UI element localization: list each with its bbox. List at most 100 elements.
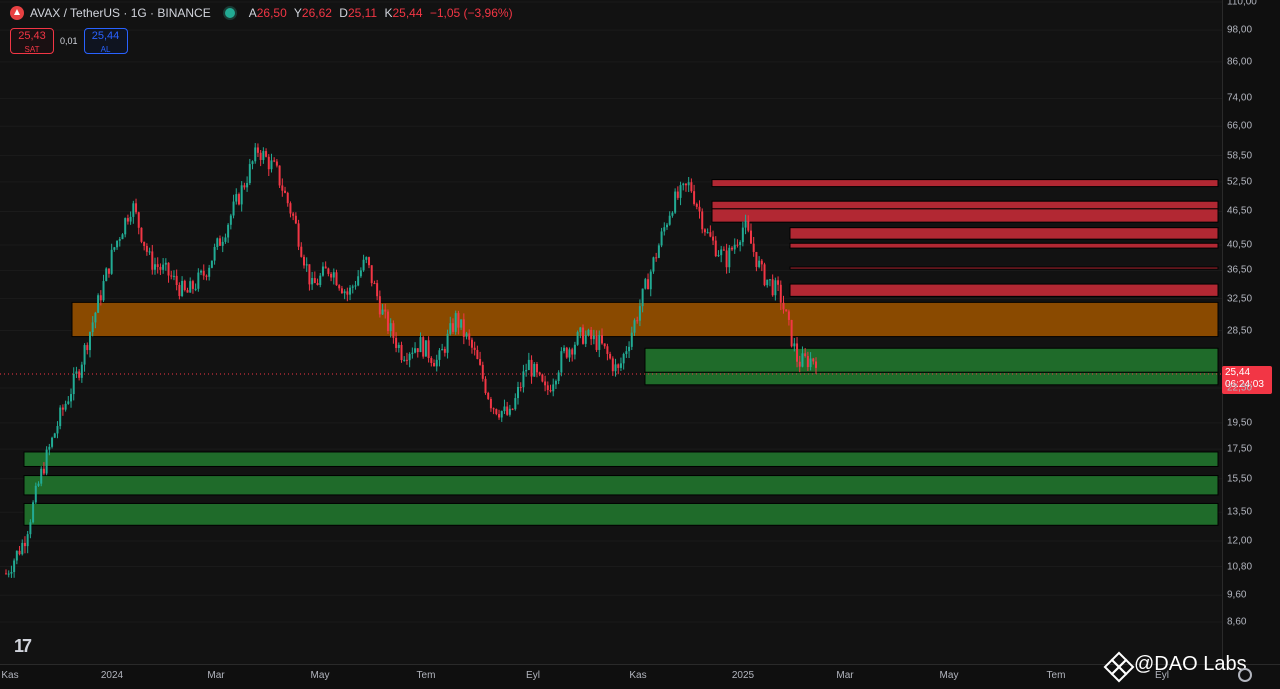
candle-body (492, 408, 495, 410)
candle-body (722, 249, 725, 251)
market-status-icon[interactable] (222, 6, 237, 20)
supply-zone[interactable] (789, 266, 1219, 270)
candle-body (633, 320, 636, 333)
candle-body (630, 332, 633, 347)
candle-body (354, 285, 357, 287)
candle-body (785, 309, 788, 312)
candle-body (246, 183, 249, 188)
supply-zone[interactable] (789, 242, 1219, 249)
candle-body (113, 247, 116, 250)
watermark-text: @DAO Labs (1134, 653, 1247, 675)
candle-body (313, 278, 316, 284)
price-tick-label: 9,60 (1227, 589, 1247, 601)
supply-zone[interactable] (711, 208, 1219, 223)
candle-body (796, 343, 799, 362)
candle-body (216, 238, 219, 247)
candle-body (424, 340, 427, 357)
candle-body (172, 275, 175, 277)
supply-zone[interactable] (711, 179, 1219, 188)
candle-body (571, 349, 574, 355)
candle-body (771, 279, 774, 296)
candle-body (641, 288, 644, 307)
candle-body (129, 216, 132, 222)
candle-body (140, 227, 143, 242)
candle-body (340, 288, 343, 294)
price-tick-label: 10,80 (1227, 561, 1253, 573)
candle-body (237, 194, 240, 205)
candle-body (506, 406, 509, 415)
demand-zone[interactable] (23, 475, 1219, 496)
candle-body (462, 319, 465, 337)
candle-body (191, 281, 194, 289)
demand-zone[interactable] (23, 451, 1219, 467)
price-tick-label: 98,00 (1227, 24, 1253, 36)
candle-body (481, 364, 484, 379)
candle-body (72, 373, 75, 395)
price-tick-label: 22,50 (1227, 382, 1253, 394)
time-tick-label: Mar (836, 670, 854, 681)
sell-button[interactable]: 25,43 SAT (10, 28, 54, 54)
candle-body (739, 242, 742, 246)
orange-zone[interactable] (71, 301, 1219, 338)
price-tick-label: 32,50 (1227, 293, 1253, 305)
gear-icon[interactable] (1238, 668, 1252, 682)
candle-body (175, 275, 178, 285)
demand-zone[interactable] (644, 347, 1219, 373)
time-tick-label: Tem (1046, 670, 1066, 681)
candle-body (302, 256, 305, 266)
price-chart[interactable] (0, 0, 1222, 664)
change-value: −1,05 (−3,96%) (429, 6, 513, 20)
candle-body (411, 352, 414, 354)
candle-body (706, 232, 709, 234)
candle-body (433, 362, 436, 367)
candle-body (554, 380, 557, 385)
candle-body (384, 309, 387, 312)
candle-body (78, 371, 81, 378)
candle-body (15, 550, 18, 561)
demand-zone[interactable] (23, 502, 1219, 526)
candle-body (208, 267, 211, 277)
candle-body (414, 348, 417, 353)
candle-body (544, 381, 547, 386)
candle-body (294, 215, 297, 224)
candle-body (766, 279, 769, 286)
candle-body (332, 272, 335, 278)
candle-body (40, 468, 43, 484)
candle-body (744, 220, 747, 228)
symbol-title[interactable]: AVAX / TetherUS · 1G · BINANCE (30, 6, 211, 20)
candle-body (80, 364, 83, 378)
candle-body (292, 213, 295, 216)
candle-body (70, 394, 73, 402)
candle-body (232, 201, 235, 216)
candle-body (408, 353, 411, 361)
chart-area[interactable] (0, 0, 1222, 664)
candle-body (59, 407, 62, 427)
candle-body (747, 220, 750, 231)
ohlc-values: A26,50 Y26,62 D25,11 K25,44 −1,05 (−3,96… (248, 6, 513, 20)
candle-body (330, 273, 333, 278)
candle-body (10, 572, 13, 574)
candle-body (256, 147, 259, 153)
tradingview-logo[interactable]: 17 (14, 636, 32, 657)
candle-body (178, 284, 181, 296)
supply-zone[interactable] (789, 283, 1219, 297)
supply-zone[interactable] (789, 227, 1219, 240)
candle-body (359, 270, 362, 277)
trade-panel: 25,43 SAT 0,01 25,44 AL (10, 28, 128, 54)
candle-body (200, 270, 203, 273)
candle-body (611, 358, 614, 372)
candle-body (124, 218, 127, 235)
candle-body (701, 211, 704, 230)
low-value: 25,11 (347, 6, 378, 20)
candle-body (107, 268, 110, 274)
candle-body (473, 347, 476, 350)
buy-button[interactable]: 25,44 AL (83, 28, 128, 54)
candle-body (595, 335, 598, 350)
sell-label: SAT (24, 45, 40, 54)
candle-body (568, 349, 571, 358)
candle-body (703, 229, 706, 233)
candle-body (793, 343, 796, 347)
candle-body (503, 406, 506, 412)
candle-body (741, 227, 744, 243)
supply-zone[interactable] (711, 200, 1219, 210)
